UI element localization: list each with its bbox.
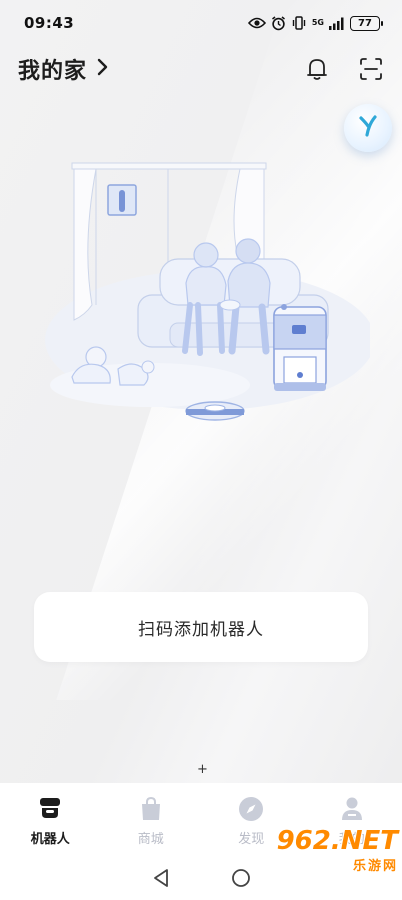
home-icon[interactable] — [230, 867, 252, 889]
tab-robot[interactable]: 机器人 — [10, 795, 90, 847]
scan-add-robot-button[interactable]: 扫码添加机器人 — [34, 592, 368, 662]
back-icon[interactable] — [150, 867, 172, 889]
assistant-logo-icon — [357, 114, 379, 142]
tab-shop[interactable]: 商城 — [111, 795, 191, 847]
bell-icon[interactable] — [304, 56, 330, 82]
robot-home-illustration — [40, 155, 375, 435]
network-label: 5G — [311, 18, 324, 27]
scan-icon[interactable] — [358, 56, 384, 82]
plus-mark: + — [197, 762, 208, 777]
home-selector-title[interactable]: 我的家 — [18, 53, 87, 85]
alarm-icon — [271, 15, 286, 31]
tab-shop-label: 商城 — [137, 832, 164, 847]
watermark-main: 962.NET — [276, 825, 398, 856]
eye-icon — [247, 17, 266, 29]
status-time: 09:43 — [24, 14, 75, 32]
shopping-bag-icon — [137, 795, 165, 823]
battery-level: 77 — [358, 17, 372, 29]
watermark-sub: 乐游网 — [352, 858, 398, 874]
chevron-right-icon[interactable] — [97, 58, 109, 80]
vibrate-icon — [291, 16, 307, 30]
site-watermark: 962.NET 乐游网 — [262, 819, 398, 881]
signal-icon — [329, 17, 345, 30]
tab-discover-label: 发现 — [238, 832, 265, 847]
scan-add-robot-label: 扫码添加机器人 — [138, 619, 264, 640]
assistant-button[interactable] — [344, 104, 392, 152]
status-icons: 5G 77 — [247, 15, 383, 31]
status-bar: 09:43 5G 77 — [0, 0, 402, 46]
header: 我的家 — [0, 48, 402, 90]
tab-robot-label: 机器人 — [30, 832, 70, 847]
robot-icon — [36, 795, 64, 823]
battery-icon: 77 — [350, 15, 383, 31]
